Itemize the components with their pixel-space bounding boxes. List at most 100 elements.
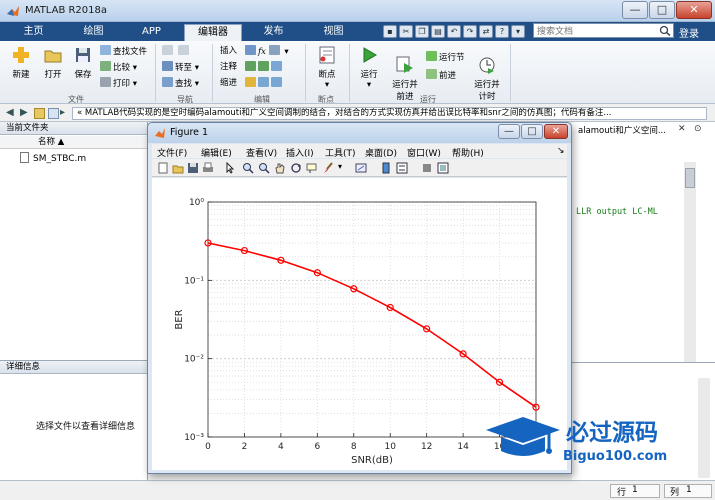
path-expand-icon[interactable]: ▸ [60,108,71,119]
zoom-in-icon[interactable] [242,162,254,174]
insert-button[interactable]: 插入 [220,45,237,57]
rotate-3d-icon[interactable] [290,162,302,174]
quick-cut-icon[interactable]: ✂ [399,25,413,38]
divider [155,44,156,102]
tab-view[interactable]: 视图 [306,24,361,41]
quick-save-icon[interactable]: ▪ [383,25,397,38]
maximize-button[interactable]: □ [649,1,675,19]
breakpoints-button[interactable]: 断点 ▾ [312,45,342,90]
new-label: 新建 [12,70,30,80]
run-button[interactable]: 运行 ▾ [354,45,384,90]
figure-minimize-button[interactable]: — [498,124,520,139]
data-cursor-icon[interactable] [306,162,318,174]
menu-window[interactable]: 窗口(W) [407,146,441,159]
compare-button[interactable]: 比较 ▾ [100,61,137,73]
comment-icons[interactable] [245,61,284,73]
panel-close-icon[interactable]: ✕ [678,124,686,134]
run-section-label: 运行节 [439,53,465,63]
browse-folder-icon[interactable] [48,108,59,119]
tab-publish[interactable]: 发布 [246,24,301,41]
menu-file[interactable]: 文件(F) [157,146,187,159]
figure-maximize-button[interactable]: □ [521,124,543,139]
up-folder-icon[interactable] [34,108,45,119]
menu-tools[interactable]: 工具(T) [325,146,356,159]
menu-dock-icon[interactable]: ↘ [557,146,565,156]
run-section-button[interactable]: 运行节 [426,51,465,63]
print-figure-icon[interactable] [202,162,214,174]
close-button[interactable]: ✕ [676,1,712,19]
quick-copy-icon[interactable]: ❐ [415,25,429,38]
indent-icons[interactable] [245,77,284,89]
comment-button[interactable]: 注释 [220,61,237,73]
name-column-header[interactable]: 名称 ▲ [0,136,148,149]
quick-access-menu-icon[interactable]: ▾ [511,25,525,38]
run-advance-button[interactable]: 运行并 前进 [388,45,422,112]
quick-redo-icon[interactable]: ↷ [463,25,477,38]
minimize-button[interactable]: — [622,1,648,19]
editor-scrollbar[interactable] [684,162,696,362]
search-icon[interactable] [659,25,671,36]
print-button[interactable]: 打印 ▾ [100,77,137,89]
quick-paste-icon[interactable]: ▤ [431,25,445,38]
file-list-item[interactable]: SM_STBC.m [20,152,86,164]
run-time-button[interactable]: 运行并 计时 [470,45,504,112]
quick-help-icon[interactable]: ? [495,25,509,38]
save-button[interactable]: 保存 [68,45,98,80]
insert-icons[interactable]: fx ▾ [245,45,289,57]
open-file-icon[interactable] [172,162,184,174]
pan-hand-icon[interactable] [274,162,286,174]
login-link[interactable]: 登录 [679,25,699,40]
divider [212,44,213,102]
menu-desktop[interactable]: 桌面(D) [365,146,397,159]
zoom-out-icon[interactable] [258,162,270,174]
search-input[interactable] [533,23,674,38]
insert-legend-icon[interactable] [396,162,408,174]
breakpoints-group-label: 断点 [318,95,334,104]
scroll-thumb[interactable] [685,168,695,188]
axes-box [207,201,537,438]
editor-tab-title[interactable]: alamouti和广义空间... [578,124,666,136]
panel-menu-icon[interactable]: ⊙ [694,124,702,134]
quick-undo-icon[interactable]: ↶ [447,25,461,38]
figure-toolbar: ▾ [152,159,567,177]
current-folder-path[interactable]: « MATLAB代码实现的是空时编码alamouti和广义空间调制的结合，对结合… [72,107,707,120]
tab-plots[interactable]: 绘图 [66,24,121,41]
figure-close-button[interactable]: ✕ [544,124,568,139]
menu-help[interactable]: 帮助(H) [452,146,484,159]
find-files-button[interactable]: 查找文件 [100,45,147,57]
menu-insert[interactable]: 插入(I) [286,146,314,159]
back-arrow-icon[interactable]: ◀ [6,108,17,119]
new-plus-icon [13,47,29,63]
save-figure-icon[interactable] [187,162,199,174]
brush-icon[interactable] [322,162,334,174]
current-folder-panel: 当前文件夹 名称 ▲ SM_STBC.m [0,122,148,362]
indent-button[interactable]: 缩进 [220,77,237,89]
link-plot-icon[interactable] [355,162,367,174]
find-button[interactable]: 查找 ▾ [162,77,199,89]
save-disk-icon [76,48,90,62]
advance-button[interactable]: 前进 [426,69,456,81]
figure-title-bar[interactable]: Figure 1 — □ ✕ [148,123,571,143]
forward-arrow-icon[interactable]: ▶ [20,108,31,119]
hide-plot-tools-icon[interactable] [421,162,433,174]
new-button[interactable]: 新建 [6,45,36,80]
tab-home[interactable]: 主页 [6,24,61,41]
goto-button[interactable]: 转至 ▾ [162,61,199,73]
code-comment-line[interactable]: LLR output LC-ML [576,207,658,217]
quick-switch-icon[interactable]: ⇄ [479,25,493,38]
show-plot-tools-icon[interactable] [437,162,449,174]
tab-apps[interactable]: APP [124,24,179,41]
insert-colorbar-icon[interactable] [380,162,392,174]
pointer-arrow-icon[interactable] [224,162,236,174]
tab-editor[interactable]: 编辑器 [184,24,242,41]
command-scrollbar[interactable] [698,378,710,478]
y-tick-label: 10⁰ [189,198,204,208]
menu-edit[interactable]: 编辑(E) [201,146,232,159]
menu-view[interactable]: 查看(V) [246,146,277,159]
new-figure-icon[interactable] [157,162,169,174]
indent-label: 缩进 [220,78,238,88]
brush-menu-icon[interactable]: ▾ [338,162,350,174]
open-button[interactable]: 打开 [38,45,68,80]
ber-series-line [207,242,537,408]
run-advance-label: 运行并 前进 [392,80,418,102]
